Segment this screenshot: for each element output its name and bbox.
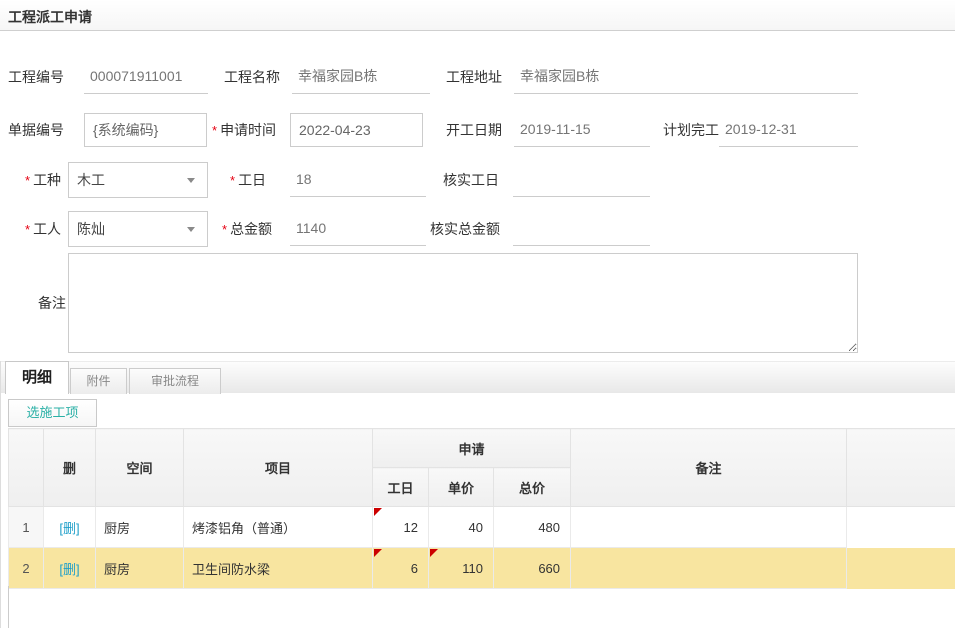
days-cell[interactable]: 12 <box>373 507 429 548</box>
item-cell[interactable]: 卫生间防水梁 <box>184 548 373 589</box>
col-header-delete: 删 <box>44 429 96 507</box>
remark-label: 备注 <box>38 293 66 313</box>
edited-flag-icon <box>430 549 438 557</box>
tab-attachments[interactable]: 附件 <box>70 368 127 394</box>
space-cell[interactable]: 厨房 <box>96 507 184 548</box>
work-type-select[interactable]: 木工 <box>68 162 208 198</box>
tab-approval-flow[interactable]: 审批流程 <box>129 368 221 394</box>
col-header-index <box>9 429 44 507</box>
apply-time-label: *申请时间 <box>212 113 276 148</box>
space-cell[interactable]: 厨房 <box>96 548 184 589</box>
plan-finish-label: 计划完工 <box>663 113 719 147</box>
edited-flag-icon <box>374 508 382 516</box>
title-bar: 工程派工申请 <box>0 0 955 31</box>
row-index: 1 <box>9 507 44 548</box>
grid-left-border <box>8 586 9 628</box>
col-header-days: 工日 <box>373 468 429 507</box>
plan-finish-value: 2019-12-31 <box>719 114 858 147</box>
col-header-space: 空间 <box>96 429 184 507</box>
project-no-value: 000071911001 <box>84 61 208 94</box>
total-price-cell: 480 <box>494 507 571 548</box>
work-type-label: *工种 <box>25 162 61 199</box>
delete-cell: [删] <box>44 548 96 589</box>
col-header-remark: 备注 <box>571 429 847 507</box>
total-price-cell: 660 <box>494 548 571 589</box>
filler-cell <box>847 507 955 548</box>
remark-textarea[interactable] <box>68 253 858 353</box>
days-cell[interactable]: 6 <box>373 548 429 589</box>
start-date-value: 2019-11-15 <box>514 114 650 147</box>
start-date-label: 开工日期 <box>446 113 502 147</box>
apply-time-input[interactable]: 2022-04-23 <box>290 113 423 147</box>
chevron-down-icon <box>187 227 195 232</box>
doc-no-label: 单据编号 <box>8 113 64 147</box>
project-no-label: 工程编号 <box>8 61 64 94</box>
total-amount-label: *总金额 <box>222 211 272 248</box>
table-row: 1 [删] 厨房 烤漆铝角（普通） 12 40 480 <box>9 507 955 548</box>
required-mark: * <box>212 123 217 138</box>
table-row: 2 [删] 厨房 卫生间防水梁 6 110 660 <box>9 548 955 589</box>
filler-column-header <box>847 429 955 507</box>
page-title: 工程派工申请 <box>8 7 92 27</box>
total-amount-value[interactable]: 1140 <box>290 213 426 246</box>
delete-row-link[interactable]: [删] <box>59 562 79 577</box>
select-construction-items-button[interactable]: 选施工项 <box>8 399 97 427</box>
filler-cell <box>847 548 955 589</box>
tab-detail[interactable]: 明细 <box>5 361 69 394</box>
work-days-label: *工日 <box>230 162 266 199</box>
project-address-label: 工程地址 <box>446 61 502 94</box>
row-index: 2 <box>9 548 44 589</box>
project-name-value: 幸福家园B栋 <box>292 61 430 94</box>
unit-price-cell[interactable]: 110 <box>429 548 494 589</box>
unit-price-cell[interactable]: 40 <box>429 507 494 548</box>
col-header-unit-price: 单价 <box>429 468 494 507</box>
tab-strip: 明细 附件 审批流程 <box>0 361 955 393</box>
remark-cell[interactable] <box>571 548 847 589</box>
remark-cell[interactable] <box>571 507 847 548</box>
detail-table: 删 空间 项目 申请 备注 工日 单价 总价 1 [删] 厨房 烤漆铝角（普通）… <box>8 428 955 589</box>
worker-label: *工人 <box>25 211 61 248</box>
dispatch-application-page: 工程派工申请 工程编号 000071911001 工程名称 幸福家园B栋 工程地… <box>0 0 955 628</box>
work-days-value[interactable]: 18 <box>290 164 426 197</box>
doc-no-input[interactable]: {系统编码} <box>84 113 207 147</box>
col-header-item: 项目 <box>184 429 373 507</box>
edited-flag-icon <box>374 549 382 557</box>
panel-left-border <box>0 361 1 628</box>
project-address-value: 幸福家园B栋 <box>514 61 858 94</box>
verified-amount-label: 核实总金额 <box>430 211 500 247</box>
col-header-total-price: 总价 <box>494 468 571 507</box>
verified-amount-value[interactable] <box>513 213 650 246</box>
item-cell[interactable]: 烤漆铝角（普通） <box>184 507 373 548</box>
delete-row-link[interactable]: [删] <box>59 521 79 536</box>
delete-cell: [删] <box>44 507 96 548</box>
col-header-apply-group: 申请 <box>373 429 571 468</box>
chevron-down-icon <box>187 178 195 183</box>
worker-select[interactable]: 陈灿 <box>68 211 208 247</box>
verified-days-label: 核实工日 <box>443 162 499 198</box>
project-name-label: 工程名称 <box>224 61 280 94</box>
verified-days-value[interactable] <box>513 164 650 197</box>
